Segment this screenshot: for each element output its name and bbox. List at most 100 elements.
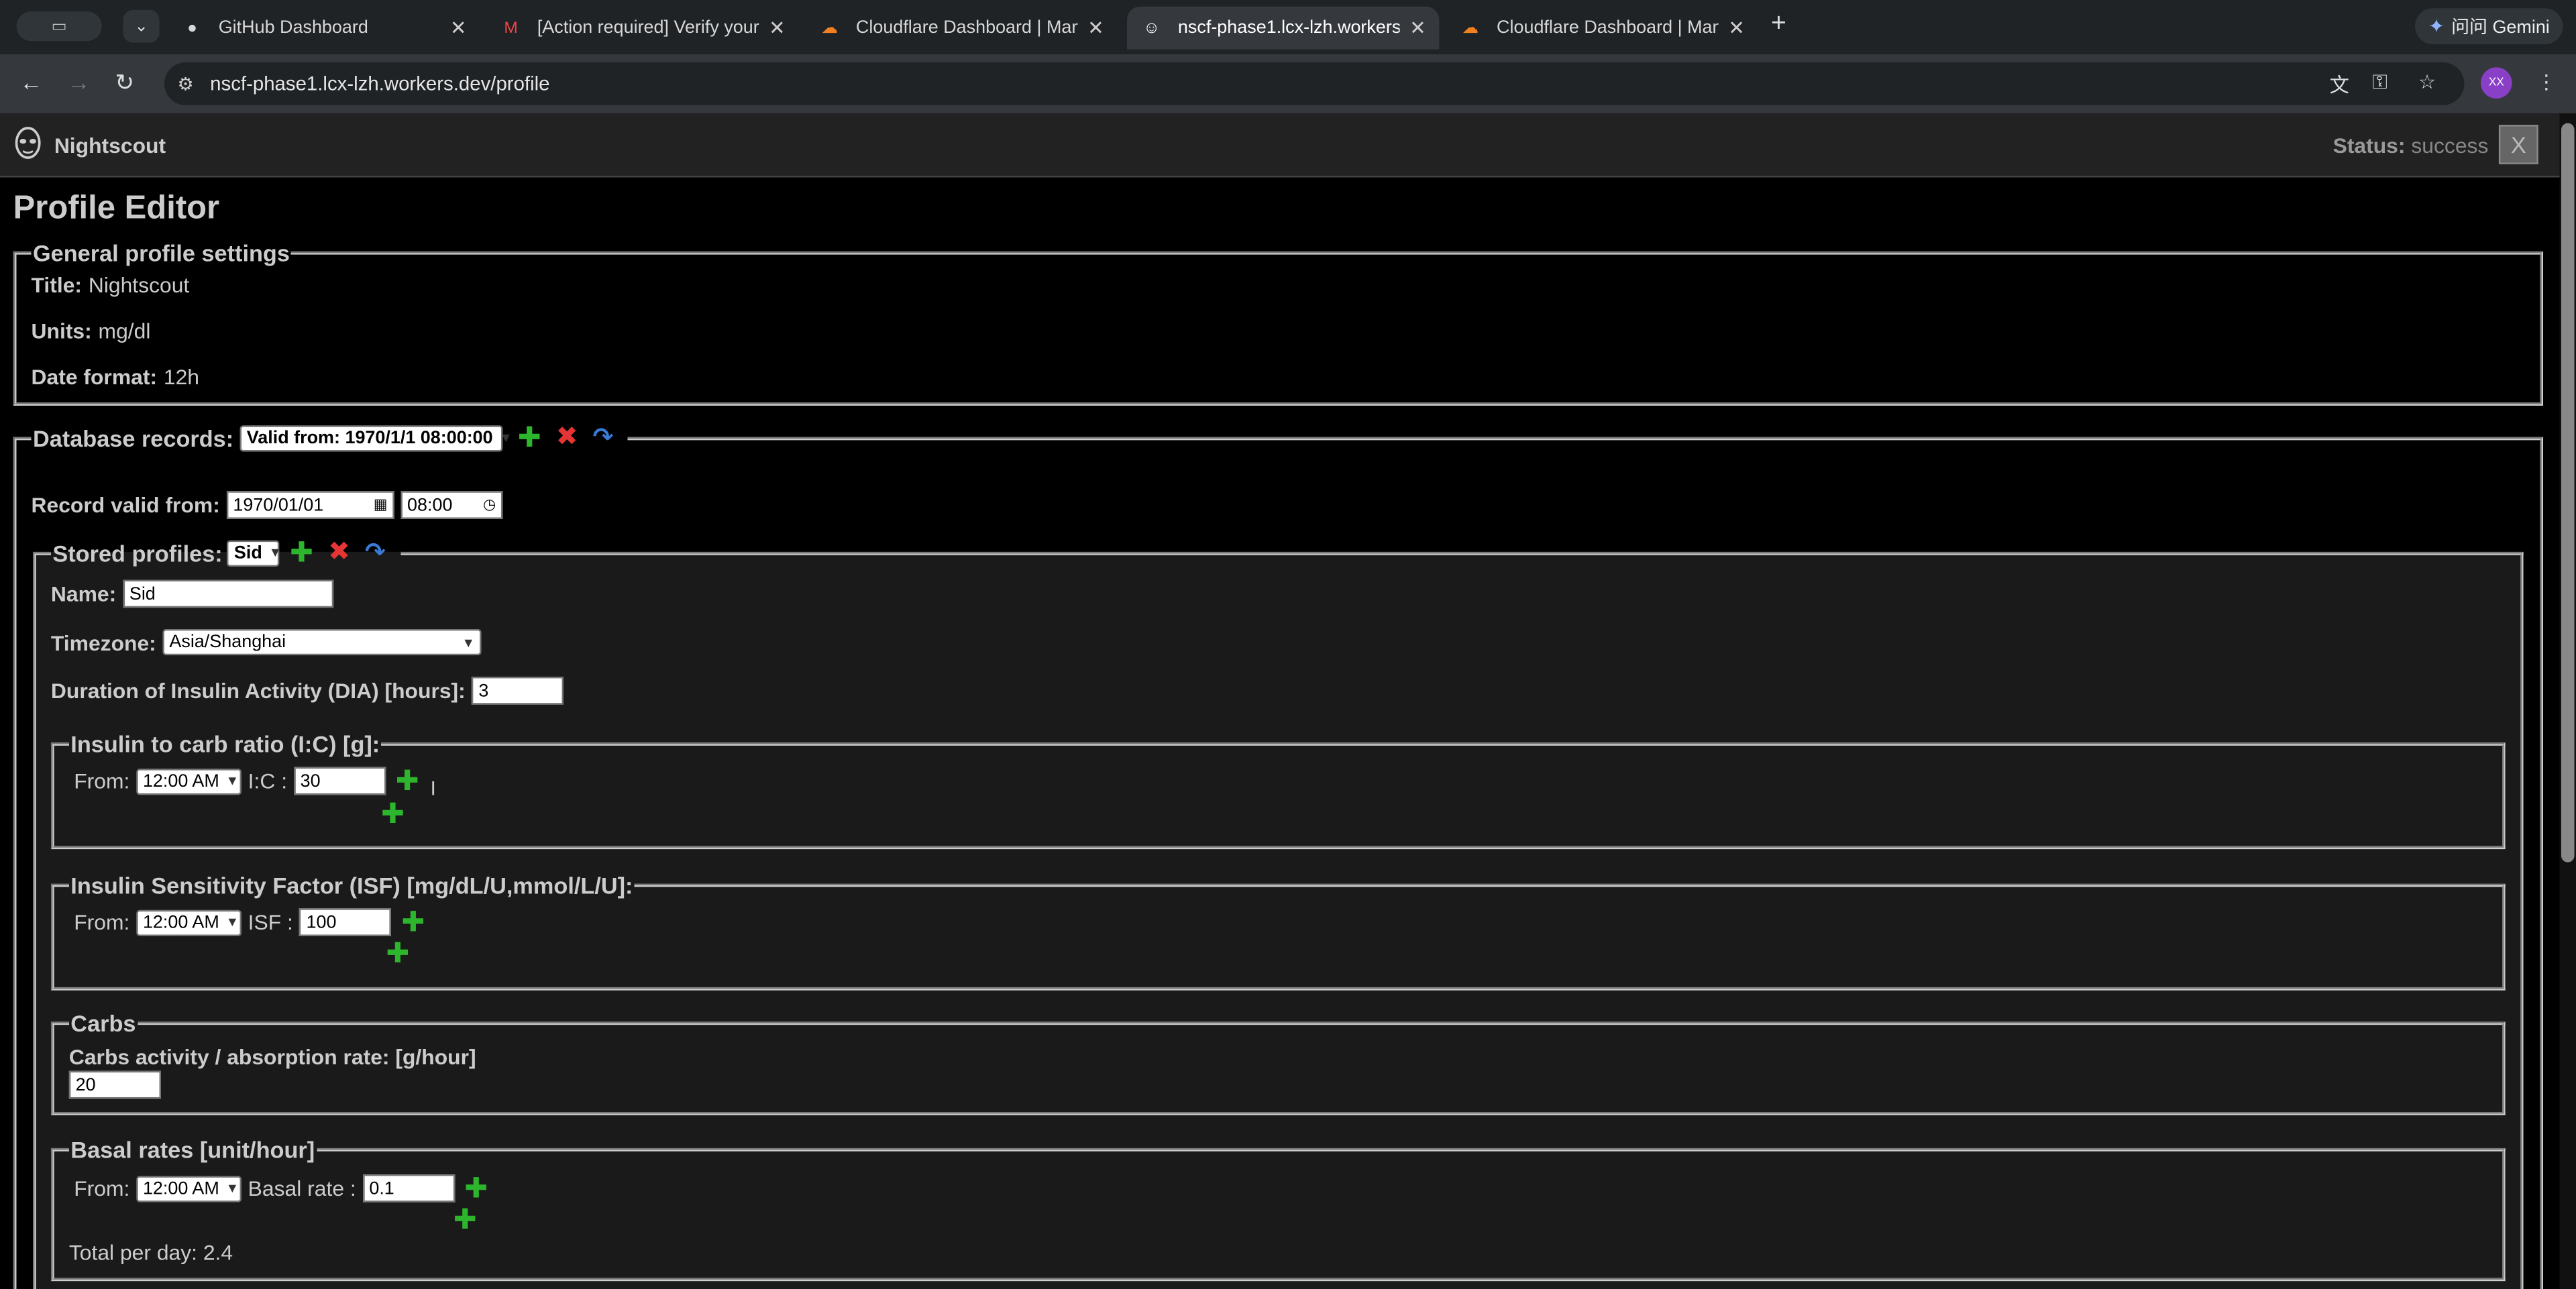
star-icon[interactable]: ☆ [2418, 70, 2436, 93]
timezone-select[interactable]: Asia/Shanghai ▼ [162, 628, 482, 656]
close-button[interactable]: X [2498, 125, 2538, 164]
tab-cloudflare-1[interactable]: ☁ Cloudflare Dashboard | Mana ✕ [805, 7, 1117, 50]
isf-legend: Insulin Sensitivity Factor (ISF) [mg/dL/… [70, 872, 633, 899]
database-record-select[interactable]: Valid from: 1970/1/1 08:00:00 ▼ [239, 425, 513, 451]
close-icon[interactable]: ✕ [450, 16, 467, 39]
ic-append-row: ✚ [381, 800, 405, 828]
stored-profiles-legend: Stored profiles: Sid ▼ ✚ ✖ ↷ [52, 537, 386, 569]
tab-search-pill[interactable]: ▭ [16, 11, 102, 42]
nightscout-logo-icon [15, 127, 41, 159]
close-icon[interactable]: ✕ [1087, 16, 1104, 39]
basal-total: Total per day: 2.4 [68, 1239, 233, 1265]
general-settings-fieldset: General profile settings [13, 239, 2544, 406]
gemini-icon: ✦ [2428, 15, 2445, 38]
chevron-down-icon: ⌄ [134, 17, 148, 36]
record-date-input[interactable]: 1970/01/01 ▦ [226, 491, 394, 519]
scrollbar-thumb[interactable] [2561, 123, 2575, 862]
nightscout-icon: ☺ [1143, 19, 1161, 38]
reset-profile-icon[interactable]: ↷ [365, 541, 386, 565]
basal-append-row: ✚ [453, 1206, 477, 1234]
ic-from-select[interactable]: 12:00 AM ▼ [136, 767, 241, 795]
tab-list-button[interactable]: ⌄ [123, 9, 160, 43]
add-profile-icon[interactable]: ✚ [290, 539, 313, 567]
close-icon[interactable]: ✕ [769, 16, 786, 39]
window-icon: ▭ [51, 17, 67, 36]
close-icon[interactable]: ✕ [1409, 16, 1426, 39]
basal-fieldset: Basal rates [unit/hour] [50, 1136, 2506, 1282]
browser-toolbar: ← → ↻ ⚙ nscf-phase1.lcx-lzh.workers.dev/… [0, 54, 2576, 113]
append-ic-row-icon[interactable]: ✚ [381, 800, 405, 828]
forward-button[interactable]: → [67, 69, 90, 95]
add-isf-row-icon[interactable]: ✚ [402, 908, 425, 936]
site-info-icon[interactable]: ⚙ [177, 73, 193, 94]
chevron-down-icon: ▼ [462, 634, 475, 650]
new-tab-button[interactable]: + [1771, 10, 1786, 40]
reload-icon: ↻ [115, 68, 135, 96]
plus-icon: + [1771, 9, 1786, 38]
profile-name-row: Name: Sid [51, 579, 333, 608]
carbs-legend: Carbs [70, 1010, 136, 1037]
menu-icon[interactable]: ⋮ [2536, 70, 2556, 93]
back-button[interactable]: ← [19, 69, 42, 95]
title-row: Title: Nightscout [31, 272, 190, 298]
carbs-rate-row: 20 [68, 1070, 162, 1099]
calendar-icon: ▦ [373, 496, 388, 513]
basal-legend: Basal rates [unit/hour] [70, 1136, 315, 1163]
timezone-row: Timezone: Asia/Shanghai ▼ [51, 628, 482, 656]
basal-value-input[interactable]: 0.1 [362, 1174, 455, 1202]
chevron-down-icon: ▼ [225, 915, 239, 930]
units-row: Units: mg/dl [31, 319, 151, 343]
dia-input[interactable]: 3 [472, 676, 564, 705]
url-text: nscf-phase1.lcx-lzh.workers.dev/profile [210, 72, 550, 96]
arrow-left-icon: ← [19, 68, 43, 96]
append-basal-row-icon[interactable]: ✚ [453, 1206, 477, 1234]
carbs-rate-input[interactable]: 20 [68, 1070, 162, 1099]
avatar[interactable]: XX [2480, 67, 2512, 99]
general-settings-legend: General profile settings [32, 239, 290, 266]
basal-from-select[interactable]: 12:00 AM ▼ [136, 1175, 241, 1202]
append-isf-row-icon[interactable]: ✚ [386, 940, 410, 968]
chevron-down-icon: ▼ [225, 773, 239, 789]
isf-row: From: 12:00 AM ▼ ISF : 100 ✚ [74, 906, 425, 938]
chevron-down-icon: ▼ [268, 545, 282, 561]
basal-row: From: 12:00 AM ▼ Basal rate : 0.1 ✚ [74, 1172, 488, 1204]
clock-icon: ◷ [483, 496, 496, 513]
reload-button[interactable]: ↻ [115, 69, 134, 97]
ic-legend: Insulin to carb ratio (I:C) [g]: [70, 730, 380, 757]
key-icon[interactable]: ⚿ [2372, 70, 2387, 95]
tab-nightscout[interactable]: ☺ nscf-phase1.lcx-lzh.workers. ✕ [1127, 6, 1440, 50]
translate-icon[interactable]: 文 [2330, 70, 2349, 99]
record-time-input[interactable]: 08:00 ◷ [400, 491, 503, 519]
gemini-button[interactable]: ✦ 问问 Gemini [2415, 8, 2563, 45]
ic-fieldset: Insulin to carb ratio (I:C) [g]: [50, 730, 2506, 850]
database-records-legend: Database records: Valid from: 1970/1/1 0… [32, 422, 614, 453]
add-ic-row-icon[interactable]: ✚ [396, 767, 419, 795]
page-title: Profile Editor [13, 190, 220, 227]
tab-gmail[interactable]: M [Action required] Verify your ✕ [486, 7, 798, 50]
ic-row: From: 12:00 AM ▼ I:C : 30 ✚ [74, 765, 419, 797]
add-basal-row-icon[interactable]: ✚ [464, 1174, 488, 1202]
close-icon[interactable]: ✕ [1728, 16, 1745, 39]
brand-name: Nightscout [54, 133, 166, 158]
address-bar[interactable]: ⚙ nscf-phase1.lcx-lzh.workers.dev/profil… [164, 62, 2465, 105]
cloudflare-icon: ☁ [1462, 19, 1479, 38]
status-text: Status: success [2332, 133, 2489, 158]
profile-name-input[interactable]: Sid [123, 579, 333, 608]
ic-value-input[interactable]: 30 [293, 767, 386, 795]
isf-from-select[interactable]: 12:00 AM ▼ [136, 909, 241, 936]
dia-row: Duration of Insulin Activity (DIA) [hour… [51, 676, 564, 705]
tab-cloudflare-2[interactable]: ☁ Cloudflare Dashboard | Mana ✕ [1446, 7, 1758, 50]
remove-profile-icon[interactable]: ✖ [328, 539, 350, 565]
remove-record-icon[interactable]: ✖ [556, 424, 578, 451]
arrow-right-icon: → [67, 68, 91, 96]
stored-profile-select[interactable]: Sid ▼ [227, 539, 282, 566]
isf-append-row: ✚ [386, 940, 410, 968]
isf-value-input[interactable]: 100 [299, 908, 392, 936]
carbs-rate-label: Carbs activity / absorption rate: [g/hou… [68, 1044, 476, 1070]
reset-record-icon[interactable]: ↷ [593, 425, 614, 450]
tab-strip: ▭ ⌄ ● GitHub Dashboard ✕ M [Action requi… [0, 0, 2576, 54]
chevron-down-icon: ▼ [225, 1180, 239, 1196]
page-content: Nightscout Status: success X Profile Edi… [0, 113, 2576, 1289]
tab-github[interactable]: ● GitHub Dashboard ✕ [168, 7, 480, 50]
add-record-icon[interactable]: ✚ [518, 424, 541, 452]
